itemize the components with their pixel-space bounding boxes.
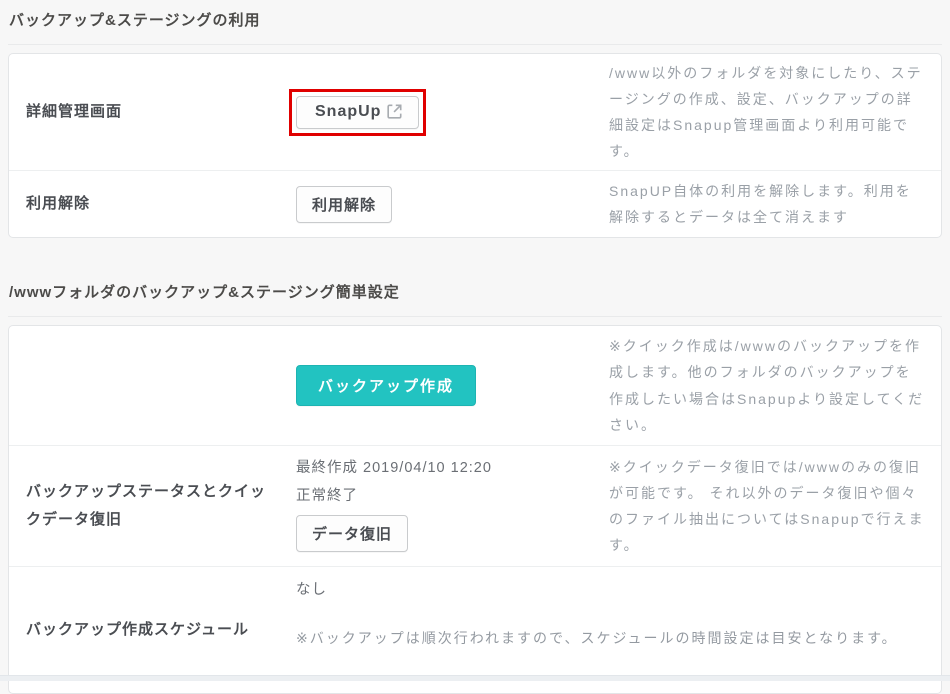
usage-panel: 詳細管理画面 SnapUp /www以外のフォルダを対象にした [8,53,942,238]
snapup-row-label: 詳細管理画面 [9,98,287,127]
create-row-content: バックアップ作成 [287,365,609,406]
snapup-row-description: /www以外のフォルダを対象にしたり、ステージングの作成、設定、バックアップの詳… [609,60,941,164]
cancel-usage-button[interactable]: 利用解除 [296,186,392,223]
cancel-row-content: 利用解除 [287,186,609,223]
snapup-settings-page: バックアップ&ステージングの利用 詳細管理画面 SnapUp [0,0,950,694]
section-quick-setup-title: /wwwフォルダのバックアップ&ステージング簡単設定 [8,272,942,317]
snapup-row-content: SnapUp [287,89,609,136]
section-usage: バックアップ&ステージングの利用 詳細管理画面 SnapUp [8,0,942,238]
annotation-red-box: SnapUp [289,89,426,136]
create-row-description: ※クイック作成は/wwwのバックアップを作成します。他のフォルダのバックアップを… [609,333,941,437]
status-row-label: バックアップステータスとクイックデータ復旧 [9,478,287,535]
last-created-text: 最終作成 2019/04/10 12:20 [296,454,609,482]
section-usage-title: バックアップ&ステージングの利用 [8,0,942,45]
status-text: 正常終了 [296,482,609,510]
quick-setup-panel: バックアップ作成 ※クイック作成は/wwwのバックアップを作成します。他のフォル… [8,325,942,694]
schedule-value: なし [296,577,927,605]
schedule-note: ※バックアップは順次行われますので、スケジュールの時間設定は目安となります。 [296,625,927,651]
page-bottom-strip [0,675,950,681]
data-restore-button[interactable]: データ復旧 [296,515,408,552]
table-row-create-backup: バックアップ作成 ※クイック作成は/wwwのバックアップを作成します。他のフォル… [9,326,941,445]
create-backup-button[interactable]: バックアップ作成 [296,365,476,406]
table-row-backup-schedule: バックアップ作成スケジュール なし ※バックアップは順次行われますので、スケジュ… [9,566,941,693]
external-link-icon [387,104,402,119]
snapup-button[interactable]: SnapUp [296,96,419,129]
table-row-cancel: 利用解除 利用解除 SnapUP自体の利用を解除します。利用を解除するとデータは… [9,170,941,237]
table-row-snapup: 詳細管理画面 SnapUp /www以外のフォルダを対象にした [9,54,941,170]
table-row-backup-status: バックアップステータスとクイックデータ復旧 最終作成 2019/04/10 12… [9,445,941,566]
status-row-description: ※クイックデータ復旧では/wwwのみの復旧が可能です。 それ以外のデータ復旧や個… [609,454,941,558]
snapup-button-label: SnapUp [315,103,381,121]
schedule-row-label: バックアップ作成スケジュール [9,616,287,645]
status-row-content: 最終作成 2019/04/10 12:20 正常終了 データ復旧 [287,446,609,562]
section-quick-setup: /wwwフォルダのバックアップ&ステージング簡単設定 バックアップ作成 ※クイッ… [8,272,942,694]
cancel-row-description: SnapUP自体の利用を解除します。利用を解除するとデータは全て消えます [609,178,941,230]
cancel-row-label: 利用解除 [9,190,287,219]
schedule-row-content: なし ※バックアップは順次行われますので、スケジュールの時間設定は目安となります… [287,567,941,665]
